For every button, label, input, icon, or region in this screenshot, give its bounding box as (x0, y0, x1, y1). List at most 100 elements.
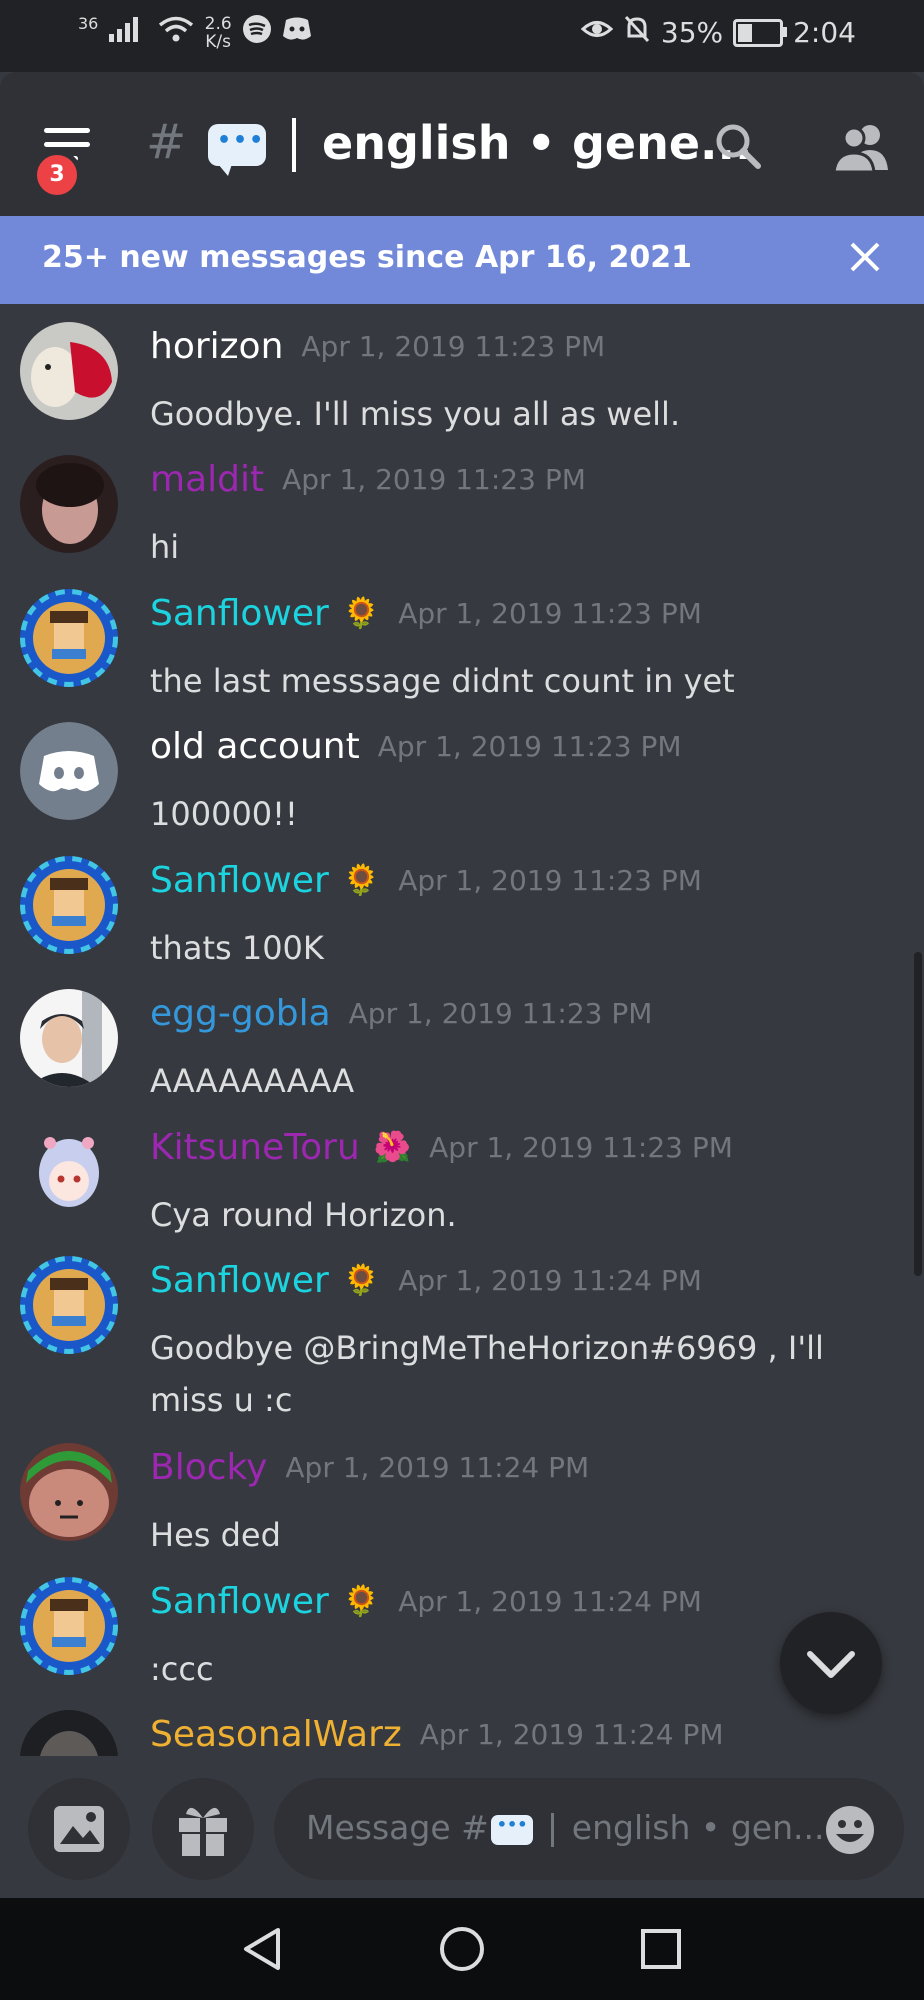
new-messages-text: 25+ new messages since Apr 16, 2021 (42, 240, 692, 275)
timestamp: Apr 1, 2019 11:23 PM (377, 730, 682, 763)
signal-icon: 36 (78, 14, 147, 51)
smiley-icon (826, 1806, 874, 1854)
timestamp: Apr 1, 2019 11:23 PM (282, 463, 586, 496)
message-input[interactable]: Message # english • gen... (274, 1778, 904, 1880)
back-button[interactable] (238, 1924, 288, 1974)
status-bar: 36 2.6 K/s 35% 2:04 (0, 0, 924, 72)
author-name[interactable]: Sanflower (150, 593, 329, 634)
close-icon (850, 242, 880, 272)
message-text: :ccc (150, 1650, 214, 1688)
sunflower-emoji-icon: 🌻 (342, 1263, 381, 1298)
jump-to-present-button[interactable] (780, 1612, 882, 1714)
member-list-button[interactable] (832, 120, 892, 174)
mute-bell-icon (623, 14, 651, 51)
avatar[interactable] (20, 989, 118, 1087)
avatar[interactable] (20, 455, 118, 553)
channel-name-divider (292, 118, 296, 172)
timestamp: Apr 1, 2019 11:24 PM (398, 1264, 702, 1297)
network-speed: 2.6 K/s (205, 15, 232, 51)
author-name[interactable]: old account (150, 726, 360, 767)
sunflower-emoji-icon: 🌻 (342, 863, 381, 898)
unread-badge: 3 (32, 150, 82, 200)
channel-title[interactable]: english • gene... (322, 116, 752, 170)
signal-label: 36 (78, 14, 99, 33)
avatar[interactable] (20, 1710, 118, 1756)
timestamp: Apr 1, 2019 11:23 PM (301, 330, 606, 363)
author-name[interactable]: Sanflower (150, 1260, 329, 1301)
avatar[interactable] (20, 589, 118, 687)
message-text: Goodbye @BringMeTheHorizon#6969 , I'll m… (150, 1329, 824, 1419)
image-icon (54, 1806, 104, 1852)
home-button[interactable] (437, 1924, 487, 1974)
eye-comfort-icon (580, 16, 614, 49)
placeholder-channel: english • gen... (571, 1808, 825, 1847)
placeholder-prefix: Message # (306, 1808, 489, 1847)
author-name[interactable]: KitsuneToru (150, 1127, 360, 1168)
message-input-placeholder: Message # english • gen... (306, 1808, 824, 1847)
battery-fill (738, 23, 753, 42)
message-text: Goodbye. I'll miss you all as well. (150, 395, 681, 433)
speech-bubble-emoji-icon (490, 1814, 533, 1845)
avatar[interactable] (20, 1123, 118, 1221)
message-text: the last messsage didnt count in yet (150, 662, 735, 700)
emoji-picker-button[interactable] (824, 1804, 876, 1856)
menu-icon-bar (44, 142, 90, 147)
battery-percent: 35% (660, 16, 724, 49)
author-name[interactable]: horizon (150, 326, 283, 367)
speed-unit: K/s (205, 31, 232, 52)
system-navigation-bar (0, 1898, 924, 2000)
avatar[interactable] (20, 1577, 118, 1675)
spotify-icon (242, 14, 272, 51)
discord-notification-icon (282, 16, 312, 49)
speed-value: 2.6 (204, 13, 232, 34)
message-composer: Message # english • gen... (0, 1756, 924, 1898)
avatar[interactable] (20, 1256, 118, 1354)
timestamp: Apr 1, 2019 11:23 PM (398, 597, 702, 630)
speech-bubble-emoji-icon (208, 124, 266, 176)
author-name[interactable]: Sanflower (150, 1581, 329, 1622)
battery-icon (733, 18, 788, 47)
scrollbar[interactable] (914, 952, 922, 1276)
search-icon (716, 124, 761, 169)
sunflower-emoji-icon: 🌻 (342, 596, 381, 631)
timestamp: Apr 1, 2019 11:24 PM (419, 1718, 724, 1751)
channel-hash-icon: # (146, 114, 187, 170)
chevron-down-icon (807, 1651, 855, 1678)
gift-icon (179, 1807, 227, 1856)
avatar[interactable] (20, 856, 118, 954)
author-name[interactable]: maldit (150, 459, 264, 500)
sunflower-emoji-icon: 🌻 (342, 1584, 381, 1619)
new-messages-banner[interactable]: 25+ new messages since Apr 16, 2021 (0, 216, 924, 304)
hibiscus-emoji-icon: 🌺 (373, 1130, 412, 1165)
recents-button[interactable] (636, 1924, 686, 1974)
timestamp: Apr 1, 2019 11:23 PM (398, 864, 702, 897)
message-text: Hes ded (150, 1516, 281, 1554)
timestamp: Apr 1, 2019 11:23 PM (429, 1131, 733, 1164)
dismiss-banner-button[interactable] (846, 238, 884, 276)
message-text: hi (150, 528, 180, 566)
author-name[interactable]: Sanflower (150, 860, 329, 901)
message-list[interactable]: horizon Apr 1, 2019 11:23 PM Goodbye. I'… (0, 304, 924, 1756)
clock: 2:04 (793, 16, 856, 49)
avatar[interactable] (20, 1443, 118, 1541)
attach-image-button[interactable] (28, 1778, 130, 1880)
author-name[interactable]: SeasonalWarz (150, 1714, 402, 1755)
search-button[interactable] (712, 120, 766, 174)
back-triangle-icon (244, 1928, 280, 1970)
gift-button[interactable] (152, 1778, 254, 1880)
message-text: AAAAAAAAA (150, 1062, 355, 1100)
wifi-icon (157, 14, 195, 51)
placeholder-divider (550, 1812, 554, 1847)
message-text: thats 100K (150, 929, 324, 967)
avatar[interactable] (20, 322, 118, 420)
timestamp: Apr 1, 2019 11:24 PM (398, 1585, 702, 1618)
recents-square-icon (641, 1929, 681, 1969)
author-name[interactable]: Blocky (150, 1447, 267, 1488)
message-text: Cya round Horizon. (150, 1196, 457, 1234)
timestamp: Apr 1, 2019 11:23 PM (348, 997, 653, 1030)
avatar[interactable] (20, 722, 118, 820)
message-text: 100000!! (150, 795, 298, 833)
timestamp: Apr 1, 2019 11:24 PM (285, 1451, 590, 1484)
author-name[interactable]: egg-gobla (150, 993, 331, 1034)
menu-icon (44, 128, 90, 133)
